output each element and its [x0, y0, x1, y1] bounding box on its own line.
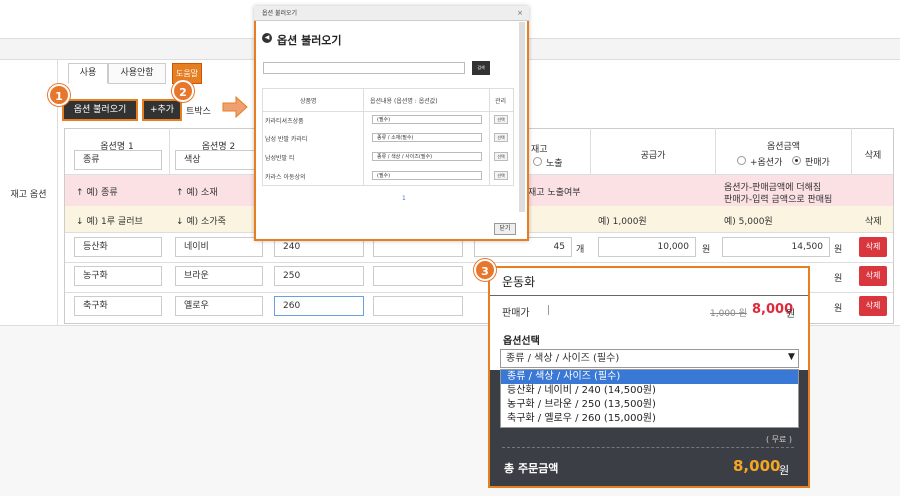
example-opt2: ↑ 예) 소재 [176, 188, 218, 198]
col-delete-header: 삭제 [864, 151, 882, 161]
example-amount-line2: 판매가-입력 금액으로 판매됨 [724, 195, 833, 205]
row2-amount-won: 원 [834, 274, 843, 284]
dropdown-option[interactable]: 종류 / 색상 / 사이즈 (필수) [501, 370, 798, 384]
radio-sale-label: 판매가 [805, 158, 830, 168]
modal-row3-name: 남성반팔 티 [265, 155, 295, 162]
modal-window-title: 옵션 불러오기 [254, 6, 529, 21]
row3-option1-input[interactable]: 축구화 [74, 296, 162, 316]
modal-search-button[interactable]: 검색 [472, 61, 490, 75]
modal-row2-select[interactable]: 종류 / 소재(필수) [372, 133, 482, 142]
example-value1: ↓ 예) 1루 글러브 [76, 217, 143, 227]
partial-text: 트박스 [186, 107, 211, 117]
step-badge-1: 1 [48, 84, 70, 106]
row1-delete-button[interactable]: 삭제 [859, 237, 887, 257]
row3-option2-input[interactable]: 옐로우 [175, 296, 263, 316]
row3-amount-won: 원 [834, 304, 843, 314]
row2-option2-input[interactable]: 브라운 [175, 266, 263, 286]
example-value2: ↓ 예) 소가죽 [176, 217, 226, 227]
row1-option1-input[interactable]: 등산화 [74, 237, 162, 257]
radio-sale-price[interactable] [792, 156, 801, 165]
modal-close-button[interactable]: 닫기 [494, 223, 516, 235]
example-stock: 재고 노출여부 [528, 188, 581, 198]
row1-supply-won: 원 [702, 245, 711, 255]
row1-amount-won: 원 [834, 245, 843, 255]
modal-col-name: 상품명 [300, 98, 317, 105]
modal-row2-name: 남성 반팔 카라티 [265, 136, 308, 143]
close-icon[interactable]: × [516, 9, 524, 17]
modal-row4-pick-button[interactable]: 선택 [494, 171, 508, 180]
step-badge-2: 2 [172, 80, 194, 102]
example-supply: 예) 1,000원 [598, 217, 647, 227]
divider [548, 305, 549, 315]
divider [363, 88, 364, 186]
load-option-button[interactable]: 옵션 불러오기 [62, 99, 138, 121]
modal-row4-name: 카라스 아동상의 [265, 174, 306, 181]
arrow-right-icon [222, 96, 248, 118]
total-value: 8,000 [733, 457, 781, 475]
row3-option4-input[interactable] [373, 296, 463, 316]
example-opt1: ↑ 예) 종류 [76, 188, 118, 198]
option-dropdown-value: 종류 / 색상 / 사이즈 (필수) [506, 353, 620, 364]
col-amount-header: 옵션금액 [716, 128, 852, 174]
tab-use[interactable]: 사용 [68, 63, 108, 84]
option-select-label: 옵션선택 [503, 336, 540, 347]
expose-radio[interactable] [533, 157, 542, 166]
shipping-info: ( 무료 ) [766, 435, 793, 444]
row3-delete-button[interactable]: 삭제 [859, 296, 887, 316]
modal-page-link[interactable]: 1 [402, 195, 406, 202]
example-amount: 예) 5,000원 [724, 217, 773, 227]
product-name: 운동화 [502, 275, 536, 289]
divider [489, 88, 490, 186]
modal-scrollbar[interactable] [519, 22, 525, 212]
price-label: 판매가 [502, 308, 530, 319]
sale-price-won: 원 [786, 309, 796, 320]
dropdown-option[interactable]: 등산화 / 네이비 / 240 (14,500원) [501, 384, 798, 398]
option-dropdown[interactable]: 종류 / 색상 / 사이즈 (필수) [500, 349, 799, 368]
row1-supply-input[interactable]: 10,000 [598, 237, 696, 257]
original-price: 1,000 원 [710, 309, 747, 319]
row2-option3-input[interactable]: 250 [274, 266, 364, 286]
col-supply-header: 공급가 [591, 128, 716, 174]
modal-col-content: 옵션내용 (옵션명 : 옵션값) [370, 98, 438, 105]
dropdown-option[interactable]: 축구화 / 옐로우 / 260 (15,000원) [501, 412, 798, 426]
chevron-down-icon: ▼ [788, 352, 795, 362]
modal-col-manage: 관리 [495, 98, 507, 105]
modal-row1-select[interactable]: (필수) [372, 115, 482, 124]
row2-option4-input[interactable] [373, 266, 463, 286]
row2-delete-button[interactable]: 삭제 [859, 266, 887, 286]
col-stock-label: 재고 [531, 145, 548, 155]
option1-name-input[interactable]: 종류 [74, 150, 162, 170]
modal-heading: 옵션 불러오기 [277, 34, 342, 47]
row3-option3-input[interactable]: 260 [274, 296, 364, 316]
modal-search-input[interactable] [263, 62, 465, 74]
dropdown-option[interactable]: 농구화 / 브라운 / 250 (13,500원) [501, 398, 798, 412]
divider [502, 447, 794, 448]
modal-row3-select[interactable]: 종류 / 색상 / 사이즈(필수) [372, 152, 482, 161]
total-label: 총 주문금액 [504, 462, 559, 475]
tab-unused[interactable]: 사용안함 [108, 63, 166, 84]
row2-option1-input[interactable]: 농구화 [74, 266, 162, 286]
example-delete: 삭제 [865, 217, 882, 227]
row1-unit: 개 [576, 245, 585, 255]
modal-row3-pick-button[interactable]: 선택 [494, 152, 508, 161]
step-badge-3: 3 [474, 259, 496, 281]
add-button[interactable]: +추가 [142, 99, 182, 121]
divider [490, 295, 808, 296]
row1-amount-input[interactable]: 14,500 [722, 237, 830, 257]
radio-plus-label: +옵션가 [750, 158, 783, 168]
modal-row1-name: 카라티셔츠상품 [265, 118, 304, 125]
expose-label: 노출 [546, 159, 563, 169]
modal-row2-pick-button[interactable]: 선택 [494, 133, 508, 142]
modal-row4-select[interactable]: (필수) [372, 171, 482, 180]
option2-name-input[interactable]: 색상 [175, 150, 263, 170]
divider [262, 111, 514, 112]
arrow-circle-icon: ◀ [262, 33, 272, 43]
modal-row1-pick-button[interactable]: 선택 [494, 115, 508, 124]
row1-option2-input[interactable]: 네이비 [175, 237, 263, 257]
total-won: 원 [779, 464, 790, 477]
radio-plus-option[interactable] [737, 156, 746, 165]
